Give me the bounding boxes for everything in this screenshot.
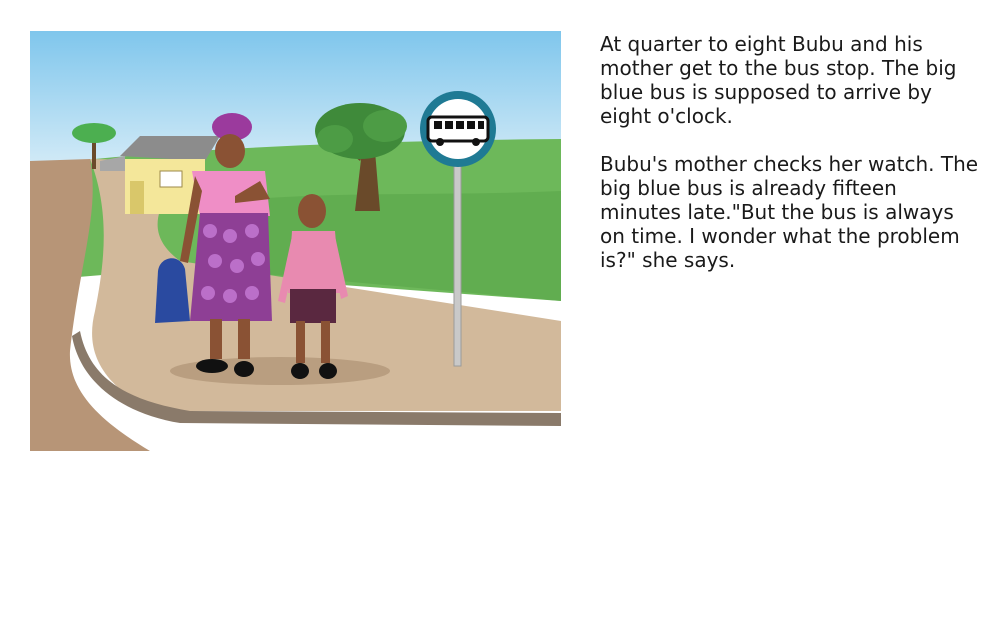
story-text: At quarter to eight Bubu and his mother … [600,32,980,296]
story-page: At quarter to eight Bubu and his mother … [0,0,1000,641]
story-paragraph-1: At quarter to eight Bubu and his mother … [600,32,957,128]
story-paragraph-2: Bubu's mother checks her watch. The big … [600,152,979,272]
bus-icon [426,115,490,146]
sign-pole [453,160,462,367]
bus-stop-scene [30,31,561,451]
story-illustration [30,31,561,451]
